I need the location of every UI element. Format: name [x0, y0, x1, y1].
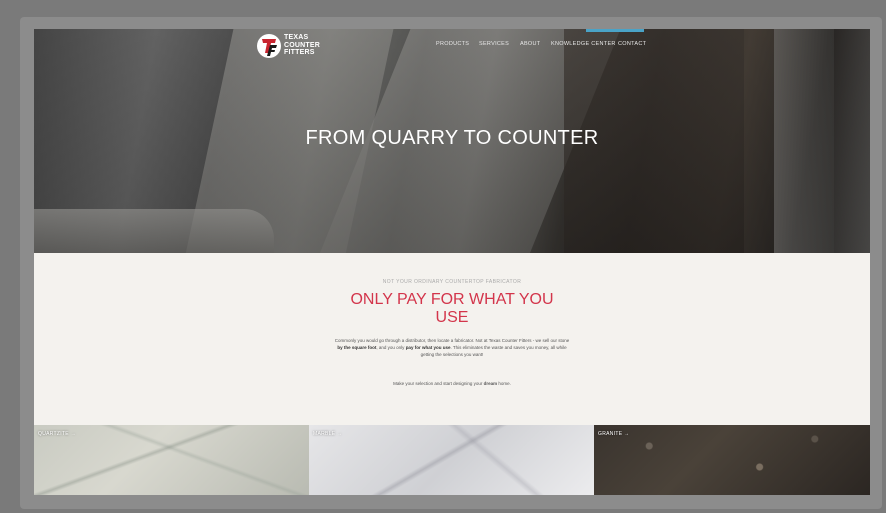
section-headline: ONLY PAY FOR WHAT YOU USE — [350, 291, 554, 326]
logo-line: FITTERS — [284, 49, 315, 56]
nav-item-about[interactable]: ABOUT — [520, 41, 540, 47]
body-emphasis: pay for what you use — [405, 345, 451, 350]
hero-title: FROM QUARRY TO COUNTER — [305, 127, 599, 149]
tagline-emphasis: dream — [483, 381, 498, 386]
tile-marble[interactable]: MARBLE → — [309, 425, 594, 495]
tile-label: QUARTZITE → — [38, 431, 76, 437]
hero-banner: TEXAS COUNTER FITTERS PRODUCTS SERVICES … — [34, 29, 870, 253]
site-logo[interactable]: TEXAS COUNTER FITTERS — [256, 33, 336, 59]
section-tagline: Make your selection and start designing … — [34, 381, 870, 386]
material-tiles: QUARTZITE → MARBLE → GRANITE → — [34, 425, 870, 495]
body-text: Commonly you would go through a distribu… — [334, 338, 570, 343]
section-body: Commonly you would go through a distribu… — [334, 337, 570, 358]
logo-wordmark: TEXAS COUNTER FITTERS — [284, 34, 320, 57]
tile-granite[interactable]: GRANITE → — [594, 425, 870, 495]
tile-label: GRANITE → — [598, 431, 630, 437]
top-navigation: TEXAS COUNTER FITTERS PRODUCTS SERVICES … — [34, 29, 870, 61]
nav-item-knowledge-center[interactable]: KNOWLEDGE CENTER — [551, 41, 616, 47]
body-text: , and you only — [376, 345, 406, 350]
nav-active-indicator — [586, 29, 644, 32]
tagline-text: home. — [497, 381, 511, 386]
tile-quartzite[interactable]: QUARTZITE → — [34, 425, 309, 495]
tile-label: MARBLE → — [313, 431, 343, 437]
texas-logo-icon — [257, 34, 281, 58]
nav-item-services[interactable]: SERVICES — [479, 41, 509, 47]
intro-section: NOT YOUR ORDINARY COUNTERTOP FABRICATOR … — [34, 253, 870, 425]
body-emphasis: by the square foot — [337, 345, 377, 350]
section-eyebrow: NOT YOUR ORDINARY COUNTERTOP FABRICATOR — [382, 279, 522, 285]
logo-line: TEXAS — [284, 34, 309, 41]
browser-viewport: TEXAS COUNTER FITTERS PRODUCTS SERVICES … — [34, 29, 870, 495]
nav-item-products[interactable]: PRODUCTS — [436, 41, 469, 47]
logo-line: COUNTER — [284, 41, 321, 49]
quarry-rock — [34, 209, 274, 253]
nav-item-contact[interactable]: CONTACT — [618, 41, 646, 47]
tagline-text: Make your selection and start designing … — [393, 381, 484, 386]
